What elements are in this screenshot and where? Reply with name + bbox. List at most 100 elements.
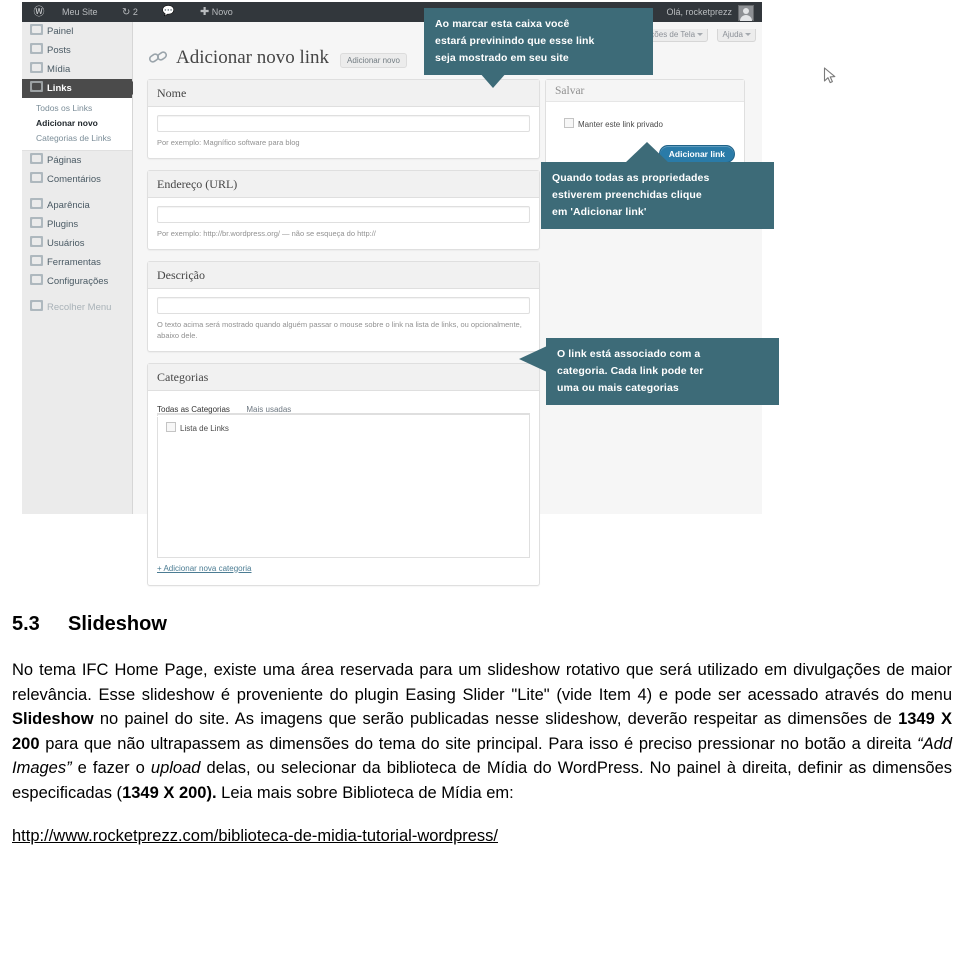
add-new-button[interactable]: Adicionar novo xyxy=(340,53,407,68)
add-new-category-link[interactable]: + Adicionar nova categoria xyxy=(157,564,252,573)
category-checkbox[interactable] xyxy=(166,421,176,432)
callout-categories: O link está associado com a categoria. C… xyxy=(546,338,779,405)
callout-add-link-button: Quando todas as propriedades estiverem p… xyxy=(541,162,774,229)
callout-private-checkbox: Ao marcar esta caixa você estará previni… xyxy=(424,8,653,75)
admin-bar-new-label: Novo xyxy=(211,7,233,17)
link-url-input[interactable] xyxy=(157,205,530,223)
list-item[interactable]: Lista de Links xyxy=(166,421,521,433)
appearance-icon xyxy=(30,198,43,209)
admin-bar-new[interactable]: ✚ Novo xyxy=(200,2,233,22)
sidebar-item-ferramentas[interactable]: Ferramentas xyxy=(22,253,132,272)
sidebar-item-label: Posts xyxy=(47,45,71,56)
sidebar-item-label: Mídia xyxy=(47,64,71,75)
sidebar-item-label: Comentários xyxy=(47,174,101,185)
field-panel-url: Endereço (URL) Por exemplo: http://br.wo… xyxy=(147,169,540,250)
sidebar-subitem-todos-os-links[interactable]: Todos os Links xyxy=(22,101,132,116)
admin-sidebar: Painel Posts Mídia Links Todos os Links … xyxy=(22,22,140,514)
comments-icon xyxy=(30,172,43,183)
collapse-icon xyxy=(30,300,43,311)
sidebar-subitem-adicionar-novo[interactable]: Adicionar novo xyxy=(22,116,132,131)
section-paragraph: No tema IFC Home Page, existe uma área r… xyxy=(12,661,952,802)
field-label-descricao: Descrição xyxy=(148,261,539,289)
plugin-icon xyxy=(30,217,43,228)
dashboard-icon xyxy=(30,24,43,35)
private-link-row[interactable]: Manter este link privado xyxy=(564,118,663,129)
sidebar-item-usuarios[interactable]: Usuários xyxy=(22,234,132,253)
plus-icon: ✚ xyxy=(200,6,210,18)
sidebar-item-aparencia[interactable]: Aparência xyxy=(22,196,132,215)
sidebar-item-midia[interactable]: Mídia xyxy=(22,60,132,79)
section-title: Slideshow xyxy=(68,613,167,635)
sidebar-item-label: Usuários xyxy=(47,238,85,249)
users-icon xyxy=(30,236,43,247)
sidebar-item-label: Ferramentas xyxy=(47,257,101,268)
section-number: 5.3 xyxy=(12,613,40,635)
sidebar-item-label: Painel xyxy=(47,26,74,37)
media-icon xyxy=(30,62,43,73)
link-form-column: Nome Por exemplo: Magnífico software par… xyxy=(147,79,540,597)
page-title: Adicionar novo link xyxy=(176,47,330,68)
link-name-input[interactable] xyxy=(157,115,530,132)
sidebar-submenu-links: Todos os Links Adicionar novo Categorias… xyxy=(22,98,132,151)
sidebar-item-posts[interactable]: Posts xyxy=(22,41,132,60)
sidebar-item-links[interactable]: Links xyxy=(22,79,140,98)
sidebar-subitem-categorias-de-links[interactable]: Categorias de Links xyxy=(22,131,132,146)
field-hint-descricao: O texto acima será mostrado quando algué… xyxy=(157,319,522,340)
sidebar-item-label: Links xyxy=(47,83,72,94)
field-panel-nome: Nome Por exemplo: Magnífico software par… xyxy=(147,79,540,159)
add-link-button[interactable]: Adicionar link xyxy=(658,145,735,163)
field-hint-url: Por exemplo: http://br.wordpress.org/ — … xyxy=(157,228,376,238)
page-icon xyxy=(30,153,43,164)
help-button[interactable]: Ajuda xyxy=(716,29,756,42)
sidebar-item-label: Aparência xyxy=(47,200,90,211)
pin-icon xyxy=(30,43,43,54)
tab-mais-usadas[interactable]: Mais usadas xyxy=(246,405,297,416)
admin-bar-howdy[interactable]: Olá, rocketprezz xyxy=(666,2,732,22)
categories-title: Categorias xyxy=(148,363,539,391)
document-body: 5.3 Slideshow No tema IFC Home Page, exis… xyxy=(12,613,952,846)
categories-list: Lista de Links xyxy=(157,413,530,558)
page-header: Adicionar novo link Adicionar novo xyxy=(147,46,407,72)
category-label: Lista de Links xyxy=(180,423,229,433)
avatar[interactable] xyxy=(738,5,754,21)
screenshot-figure: Ⓦ Meu Site ↻ 2 💬 ✚ Novo Olá, rocketprezz… xyxy=(22,2,836,586)
updates-count: 2 xyxy=(132,7,138,17)
categories-tabs: Todas as Categorias Mais usadas xyxy=(157,399,530,417)
field-hint-nome: Por exemplo: Magnífico software para blo… xyxy=(157,138,300,147)
sidebar-item-label: Recolher Menu xyxy=(47,302,112,313)
sidebar-item-label: Páginas xyxy=(47,155,82,166)
tools-icon xyxy=(30,255,43,266)
reference-link-line: http://www.rocketprezz.com/biblioteca-de… xyxy=(12,827,952,846)
link-description-input[interactable] xyxy=(157,296,530,314)
save-panel-title: Salvar xyxy=(546,80,744,102)
sidebar-divider-2 xyxy=(22,291,132,298)
sidebar-item-label: Configurações xyxy=(47,276,109,287)
sidebar-item-plugins[interactable]: Plugins xyxy=(22,215,132,234)
settings-icon xyxy=(30,274,43,285)
sidebar-divider xyxy=(22,189,132,196)
admin-content: Opções de Tela Ajuda Adicionar novo link… xyxy=(133,22,836,586)
callout-tail xyxy=(625,142,669,163)
reference-link[interactable]: http://www.rocketprezz.com/biblioteca-de… xyxy=(12,827,498,845)
sidebar-item-label: Plugins xyxy=(47,219,79,230)
sidebar-item-configuracoes[interactable]: Configurações xyxy=(22,272,132,291)
admin-bar-updates[interactable]: ↻ 2 xyxy=(122,2,138,22)
chevron-down-icon xyxy=(697,33,704,36)
sidebar-item-comentarios[interactable]: Comentários xyxy=(22,170,132,189)
sidebar-item-painel[interactable]: Painel xyxy=(22,22,132,41)
admin-bar-site-name[interactable]: Meu Site xyxy=(62,2,98,22)
private-link-checkbox[interactable] xyxy=(564,118,574,128)
wordpress-logo-icon[interactable]: Ⓦ xyxy=(30,2,48,22)
private-link-label: Manter este link privado xyxy=(578,120,663,129)
link-chain-icon xyxy=(147,46,169,68)
categories-panel: Categorias Todas as Categorias Mais usad… xyxy=(147,362,540,586)
callout-tail xyxy=(519,346,547,372)
mouse-cursor-icon xyxy=(823,67,837,85)
sidebar-item-paginas[interactable]: Páginas xyxy=(22,151,132,170)
tab-todas-as-categorias[interactable]: Todas as Categorias xyxy=(157,405,236,417)
comment-icon[interactable]: 💬 xyxy=(162,2,174,22)
sidebar-collapse-menu[interactable]: Recolher Menu xyxy=(22,298,132,317)
chevron-down-icon xyxy=(745,33,751,36)
field-panel-descricao: Descrição O texto acima será mostrado qu… xyxy=(147,260,540,352)
field-label-url: Endereço (URL) xyxy=(148,170,539,198)
